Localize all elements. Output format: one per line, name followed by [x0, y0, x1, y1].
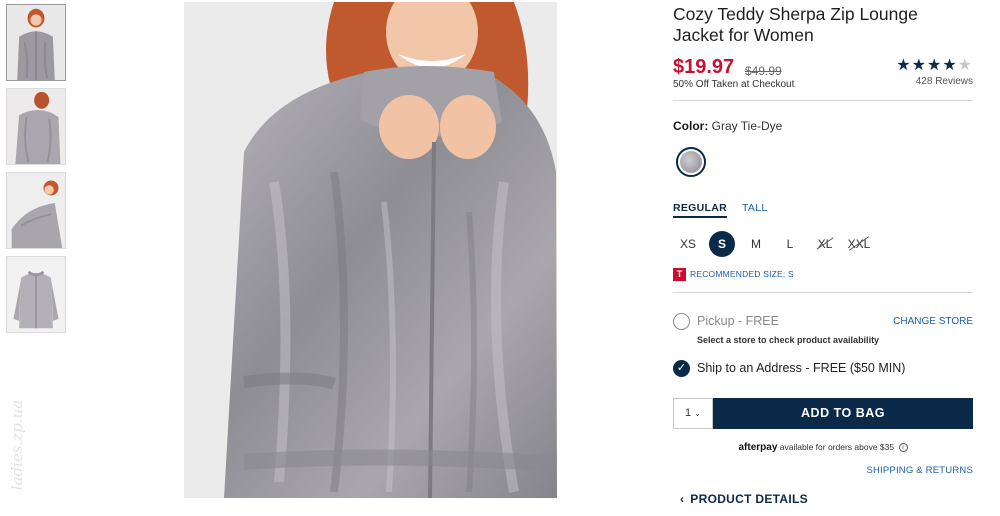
sale-price: $19.97 [673, 56, 735, 78]
divider [673, 100, 973, 101]
pickup-radio[interactable] [673, 313, 690, 330]
star-icon: ★ [896, 57, 912, 74]
checkmark-icon: ✓ [676, 362, 687, 374]
product-details-toggle[interactable]: ‹ PRODUCT DETAILS [680, 492, 808, 506]
add-to-bag-button[interactable]: ADD TO BAG [713, 398, 973, 429]
info-icon[interactable]: i [898, 443, 908, 453]
size-xl[interactable]: XL [812, 231, 838, 257]
thumbnail-3[interactable] [6, 172, 66, 249]
color-label: Color: [673, 119, 709, 133]
product-details-label: PRODUCT DETAILS [690, 492, 808, 506]
color-row: Color: Gray Tie-Dye [673, 119, 782, 133]
original-price: $49.99 [745, 64, 782, 78]
store-availability-note: Select a store to check product availabi… [697, 335, 880, 345]
quantity-select[interactable]: 1 ⌄ [673, 398, 713, 429]
size-s[interactable]: S [709, 231, 735, 257]
review-count[interactable]: 428 Reviews [916, 76, 973, 87]
afterpay-text: available for orders above $35 [779, 442, 895, 452]
size-xxl[interactable]: XXL [846, 231, 872, 257]
true-fit-icon: T [673, 268, 686, 281]
divider [673, 292, 973, 293]
shipping-returns-link[interactable]: SHIPPING & RETURNS [866, 465, 973, 476]
recommended-size[interactable]: RECOMMENDED SIZE: S [690, 269, 794, 279]
color-value: Gray Tie-Dye [711, 119, 783, 133]
quantity-value: 1 [685, 407, 692, 419]
tab-tall[interactable]: TALL [742, 202, 768, 214]
star-empty-icon: ★ [957, 57, 973, 74]
watermark-text: ladies.zp.ua [8, 399, 26, 491]
rating-stars[interactable]: ★★★★★ [896, 55, 973, 75]
model-photo [184, 2, 557, 498]
size-xs[interactable]: XS [675, 231, 701, 257]
ship-label: Ship to an Address - FREE ($50 MIN) [697, 361, 906, 375]
afterpay-note: afterpay available for orders above $35 … [673, 442, 973, 453]
size-m[interactable]: M [743, 231, 769, 257]
size-l[interactable]: L [777, 231, 803, 257]
color-swatch-gray-tie-dye[interactable] [676, 147, 706, 177]
discount-note: 50% Off Taken at Checkout [673, 79, 795, 90]
chevron-left-icon: ‹ [680, 492, 685, 506]
thumbnail-2-image [7, 89, 65, 164]
change-store-link[interactable]: CHANGE STORE [893, 316, 973, 327]
thumbnail-4[interactable] [6, 256, 66, 333]
size-label: S [717, 237, 726, 251]
thumbnail-2[interactable] [6, 88, 66, 165]
afterpay-logo: afterpay [738, 442, 778, 453]
product-title: Cozy Teddy Sherpa Zip Lounge Jacket for … [673, 4, 918, 45]
pickup-label: Pickup - FREE [697, 314, 779, 328]
star-icon: ★ [926, 57, 943, 74]
star-icon: ★ [942, 57, 958, 74]
chevron-down-icon: ⌄ [694, 409, 701, 418]
size-label: XS [679, 237, 696, 251]
swatch-fill [680, 151, 702, 173]
size-label: M [751, 237, 761, 251]
thumbnail-4-image [7, 257, 65, 332]
thumbnail-1[interactable] [6, 4, 66, 81]
thumbnail-3-image [7, 173, 65, 248]
product-panel: Cozy Teddy Sherpa Zip Lounge Jacket for … [673, 0, 973, 516]
star-icon: ★ [911, 57, 927, 74]
tab-regular[interactable]: REGULAR [673, 202, 728, 218]
size-label: L [786, 237, 794, 251]
thumbnail-1-image [7, 5, 65, 80]
ship-radio[interactable]: ✓ [673, 360, 690, 377]
main-product-image[interactable] [184, 2, 557, 498]
watermark: ladies.zp.ua [6, 390, 26, 510]
